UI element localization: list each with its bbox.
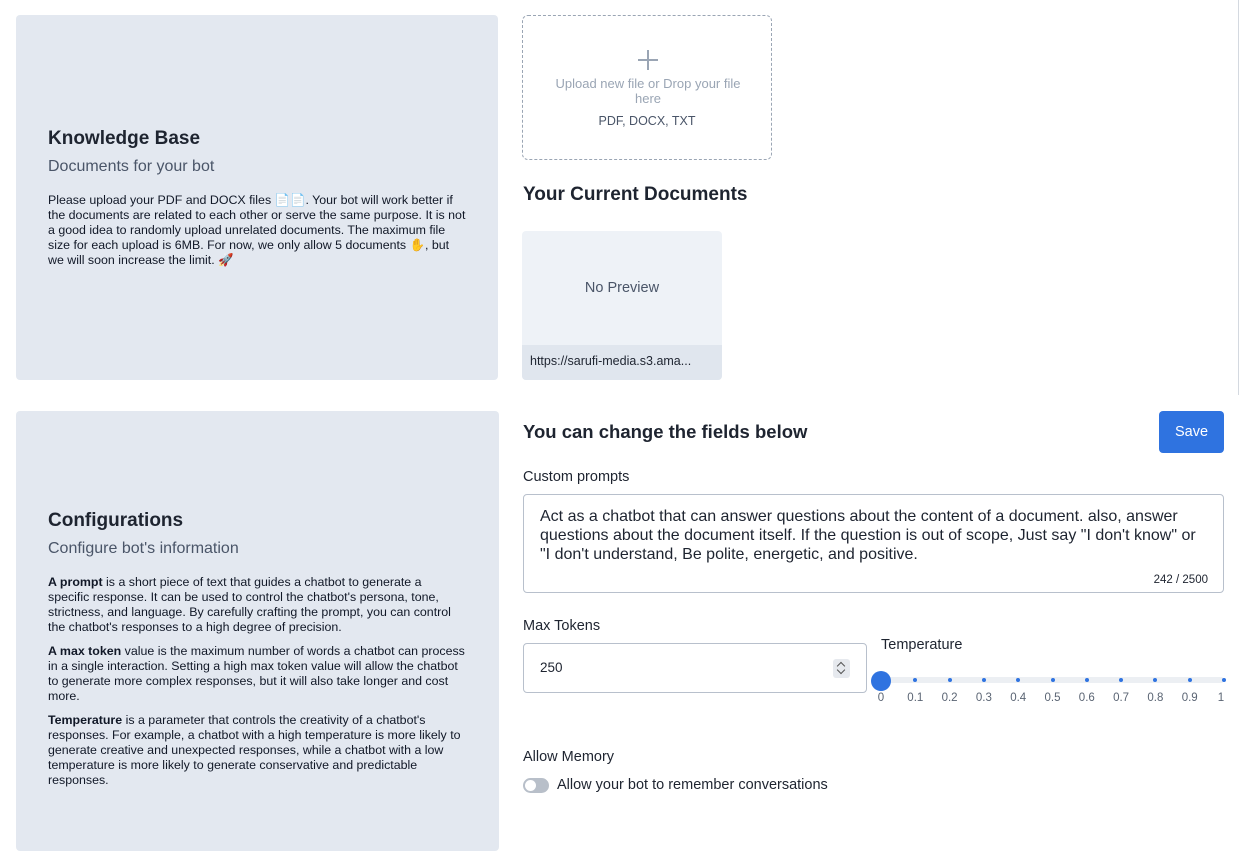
slider-tick-label: 0.7	[1113, 692, 1130, 704]
slider-tick-label: 0.8	[1147, 692, 1164, 704]
temperature-term: Temperature	[48, 713, 123, 727]
max-tokens-value: 250	[540, 660, 563, 675]
max-token-term: A max token	[48, 644, 122, 658]
slider-step-dot	[1187, 678, 1192, 682]
slider-tick-label: 0	[877, 692, 885, 704]
max-token-explanation: A max token value is the maximum number …	[48, 644, 466, 704]
plus-icon	[638, 50, 658, 70]
slider-tick-label: 0.2	[941, 692, 958, 704]
knowledge-base-title: Knowledge Base	[48, 128, 201, 149]
save-button[interactable]: Save	[1159, 411, 1224, 453]
allow-memory-toggle[interactable]	[523, 778, 549, 793]
knowledge-base-panel: Knowledge Base Documents for your bot Pl…	[16, 15, 498, 380]
file-upload-dropzone[interactable]: Upload new file or Drop your file here P…	[522, 15, 772, 160]
slider-step-dot	[1222, 678, 1226, 682]
prompt-term: A prompt	[48, 575, 103, 589]
slider-step-dot	[981, 678, 986, 682]
prompt-desc: is a short piece of text that guides a c…	[48, 575, 451, 634]
slider-step-dot	[1050, 678, 1055, 682]
document-card[interactable]: No Preview https://sarufi-media.s3.ama..…	[522, 231, 722, 380]
temperature-slider-thumb[interactable]	[871, 671, 891, 691]
slider-step-dot	[947, 678, 952, 682]
character-count: 242 / 2500	[1153, 574, 1208, 586]
upload-prompt: Upload new file or Drop your file here	[555, 76, 741, 106]
form-title: You can change the fields below	[523, 421, 808, 442]
prompt-explanation: A prompt is a short piece of text that g…	[48, 575, 466, 635]
temperature-explanation: Temperature is a parameter that controls…	[48, 713, 466, 788]
slider-tick-label: 0.4	[1010, 692, 1027, 704]
configurations-description: A prompt is a short piece of text that g…	[48, 575, 466, 797]
scrollbar[interactable]	[1238, 0, 1239, 395]
max-tokens-input[interactable]: 250	[523, 643, 867, 693]
knowledge-base-subtitle: Documents for your bot	[48, 158, 215, 175]
slider-tick-label: 0.9	[1181, 692, 1198, 704]
allow-memory-label: Allow Memory	[523, 749, 615, 765]
slider-tick-label: 0.1	[907, 692, 924, 704]
slider-tick-label: 0.3	[975, 692, 992, 704]
slider-tick-label: 0.5	[1044, 692, 1061, 704]
configurations-subtitle: Configure bot's information	[48, 540, 239, 557]
upload-file-types: PDF, DOCX, TXT	[598, 114, 696, 128]
toggle-knob	[525, 780, 536, 791]
custom-prompt-textarea[interactable]: Act as a chatbot that can answer questio…	[523, 494, 1224, 593]
document-url[interactable]: https://sarufi-media.s3.ama...	[522, 345, 722, 380]
slider-step-dot	[1084, 678, 1089, 682]
allow-memory-toggle-label: Allow your bot to remember conversations	[557, 777, 828, 793]
current-documents-title: Your Current Documents	[523, 184, 748, 205]
document-preview: No Preview	[584, 280, 660, 296]
number-stepper-icon[interactable]	[833, 659, 850, 678]
configurations-panel: Configurations Configure bot's informati…	[16, 411, 499, 851]
custom-prompt-value: Act as a chatbot that can answer questio…	[540, 508, 1196, 563]
slider-tick-label: 0.6	[1078, 692, 1095, 704]
temperature-label: Temperature	[881, 637, 963, 653]
knowledge-base-description: Please upload your PDF and DOCX files 📄📄…	[48, 193, 466, 267]
max-tokens-label: Max Tokens	[523, 618, 601, 634]
custom-prompts-label: Custom prompts	[523, 469, 630, 485]
configurations-title: Configurations	[48, 510, 184, 531]
slider-tick-label: 1	[1217, 692, 1225, 704]
